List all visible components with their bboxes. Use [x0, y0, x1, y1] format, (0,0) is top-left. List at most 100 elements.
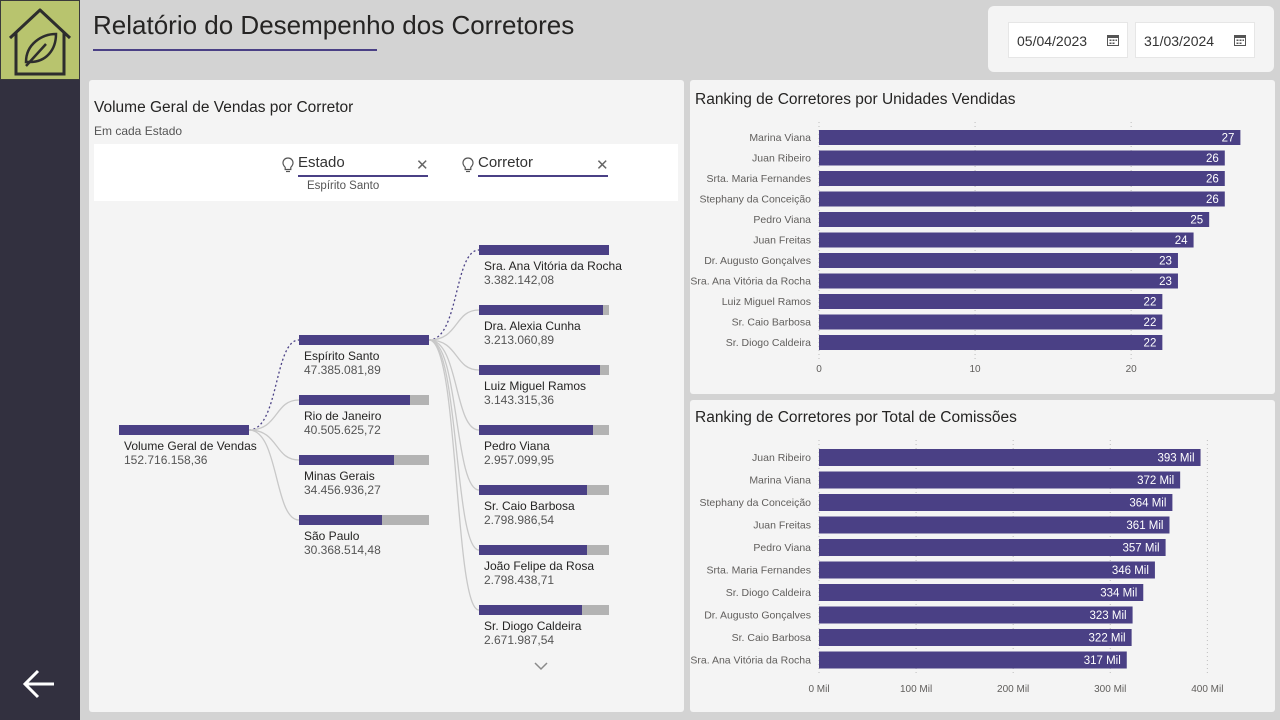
node-label: Volume Geral de Vendas	[124, 439, 257, 453]
node-value: 34.456.936,27	[304, 483, 381, 497]
data-label: 24	[1175, 235, 1188, 247]
bar[interactable]	[819, 516, 1170, 534]
start-date-value: 05/04/2023	[1017, 33, 1088, 49]
bar[interactable]	[819, 130, 1241, 145]
data-label: 323 Mil	[1090, 610, 1127, 622]
node-value: 2.671.987,54	[484, 633, 555, 647]
bar[interactable]	[819, 150, 1225, 166]
calendar-icon[interactable]	[1234, 34, 1246, 46]
bar[interactable]	[819, 494, 1173, 511]
category-label: Juan Ribeiro	[752, 452, 811, 464]
start-date-input[interactable]: 05/04/2023	[1008, 22, 1128, 58]
node-value: 47.385.081,89	[304, 363, 381, 377]
bar[interactable]	[819, 253, 1178, 268]
data-label: 322 Mil	[1089, 633, 1126, 645]
node-bar	[299, 335, 429, 345]
data-label: 22	[1144, 338, 1157, 350]
category-label: Juan Ribeiro	[752, 153, 811, 165]
node-bar	[479, 425, 593, 435]
node-label: Espírito Santo	[304, 349, 380, 363]
x-tick-label: 20	[1126, 364, 1138, 375]
bar[interactable]	[819, 561, 1155, 579]
x-tick-label: 200 Mil	[997, 684, 1029, 695]
bar[interactable]	[819, 629, 1132, 646]
node-value: 3.143.315,36	[484, 393, 555, 407]
bar[interactable]	[819, 273, 1178, 289]
date-range-filter: 05/04/2023 31/03/2024	[988, 6, 1274, 72]
data-label: 26	[1206, 194, 1219, 206]
node-value: 2.798.438,71	[484, 573, 555, 587]
bar[interactable]	[819, 212, 1210, 227]
data-label: 22	[1144, 317, 1157, 329]
bar[interactable]	[819, 335, 1163, 350]
node-label: Dra. Alexia Cunha	[484, 319, 581, 333]
bar[interactable]	[819, 606, 1133, 624]
data-label: 334 Mil	[1100, 588, 1137, 600]
data-label: 364 Mil	[1129, 498, 1166, 510]
bar[interactable]	[819, 584, 1144, 601]
data-label: 23	[1159, 256, 1172, 268]
node-value: 152.716.158,36	[124, 453, 208, 467]
node-value: 30.368.514,48	[304, 543, 381, 557]
category-label: Sr. Diogo Caldeira	[726, 587, 811, 599]
node-label: Rio de Janeiro	[304, 409, 382, 423]
category-label: Sra. Ana Vitória da Rocha	[690, 276, 811, 288]
x-tick-label: 10	[970, 364, 982, 375]
node-value: 3.213.060,89	[484, 333, 555, 347]
bar[interactable]	[819, 314, 1163, 330]
node-label: São Paulo	[304, 529, 360, 543]
category-label: Srta. Maria Fernandes	[707, 173, 811, 185]
bar[interactable]	[819, 232, 1194, 248]
data-label: 23	[1159, 276, 1172, 288]
arrow-left-icon[interactable]	[20, 664, 60, 704]
category-label: Stephany da Conceição	[700, 497, 812, 509]
node-label: Pedro Viana	[484, 439, 550, 453]
node-bar	[119, 425, 249, 435]
bar[interactable]	[819, 471, 1181, 489]
node-label: Sr. Diogo Caldeira	[484, 619, 582, 633]
end-date-input[interactable]: 31/03/2024	[1135, 22, 1255, 58]
category-label: Sr. Caio Barbosa	[732, 317, 812, 329]
node-bar	[479, 545, 587, 555]
category-label: Sr. Caio Barbosa	[732, 632, 812, 644]
chevron-down-icon[interactable]	[533, 660, 549, 672]
bar[interactable]	[819, 449, 1201, 466]
data-label: 393 Mil	[1157, 453, 1194, 465]
bar[interactable]	[819, 539, 1166, 556]
data-label: 26	[1206, 174, 1219, 186]
data-label: 372 Mil	[1137, 475, 1174, 487]
bar[interactable]	[819, 191, 1225, 207]
house-leaf-icon[interactable]	[0, 0, 80, 80]
bar[interactable]	[819, 294, 1163, 309]
node-label: Sra. Ana Vitória da Rocha	[484, 259, 622, 273]
category-label: Stephany da Conceição	[700, 194, 812, 206]
node-value: 2.957.099,95	[484, 453, 555, 467]
x-tick-label: 0 Mil	[808, 684, 829, 695]
node-bar	[479, 365, 600, 375]
node-bar	[479, 305, 603, 315]
calendar-icon[interactable]	[1107, 34, 1119, 46]
x-tick-label: 400 Mil	[1191, 684, 1223, 695]
node-bar	[479, 485, 587, 495]
node-value: 2.798.986,54	[484, 513, 555, 527]
bar[interactable]	[819, 171, 1225, 186]
category-label: Srta. Maria Fernandes	[707, 565, 811, 577]
decomposition-tree-panel: Volume Geral de Vendas por Corretor Em c…	[89, 80, 684, 712]
commissions-bar-chart: 0 Mil 100 Mil 200 Mil 300 Mil 400 Mil Juan Ri…	[690, 440, 1223, 695]
category-label: Sra. Ana Vitória da Rocha	[690, 655, 811, 667]
category-label: Juan Freitas	[753, 520, 811, 532]
data-label: 25	[1190, 215, 1203, 227]
node-value: 40.505.625,72	[304, 423, 381, 437]
x-tick-label: 0	[816, 364, 822, 375]
data-label: 22	[1144, 297, 1157, 309]
category-label: Marina Viana	[749, 132, 811, 144]
sidebar	[0, 0, 80, 720]
node-label: João Felipe da Rosa	[484, 559, 595, 573]
data-label: 27	[1222, 133, 1235, 145]
page-title: Relatório do Desempenho dos Corretores	[93, 10, 575, 40]
node-label: Minas Gerais	[304, 469, 375, 483]
commissions-chart-panel: Ranking de Corretores por Total de Comis…	[690, 400, 1275, 712]
x-tick-label: 300 Mil	[1094, 684, 1126, 695]
bar[interactable]	[819, 651, 1127, 669]
data-label: 317 Mil	[1084, 655, 1121, 667]
